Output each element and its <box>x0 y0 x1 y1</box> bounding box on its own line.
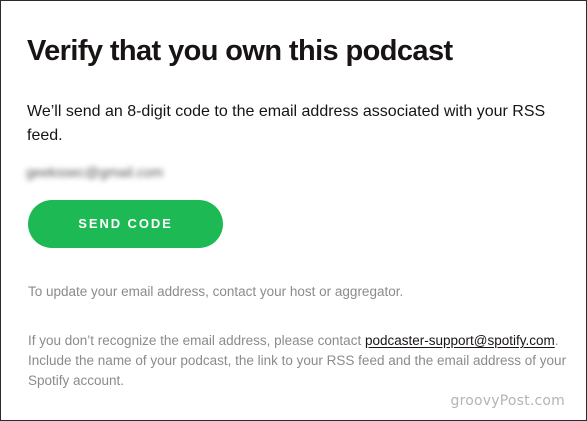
send-code-button[interactable]: SEND CODE <box>28 200 223 248</box>
verify-podcast-dialog: Verify that you own this podcast We’ll s… <box>0 0 587 421</box>
verification-description: We’ll send an 8-digit code to the email … <box>27 103 546 144</box>
note-prefix: If you don’t recognize the email address… <box>28 333 365 348</box>
support-email-link[interactable]: podcaster-support@spotify.com <box>365 333 555 348</box>
unrecognized-email-note: If you don’t recognize the email address… <box>28 331 568 391</box>
page-title: Verify that you own this podcast <box>27 35 453 67</box>
email-address-redacted: geekssec@gmail.com <box>26 164 164 180</box>
update-email-note: To update your email address, contact yo… <box>28 284 404 299</box>
watermark-text: groovyPost.com <box>450 393 565 409</box>
